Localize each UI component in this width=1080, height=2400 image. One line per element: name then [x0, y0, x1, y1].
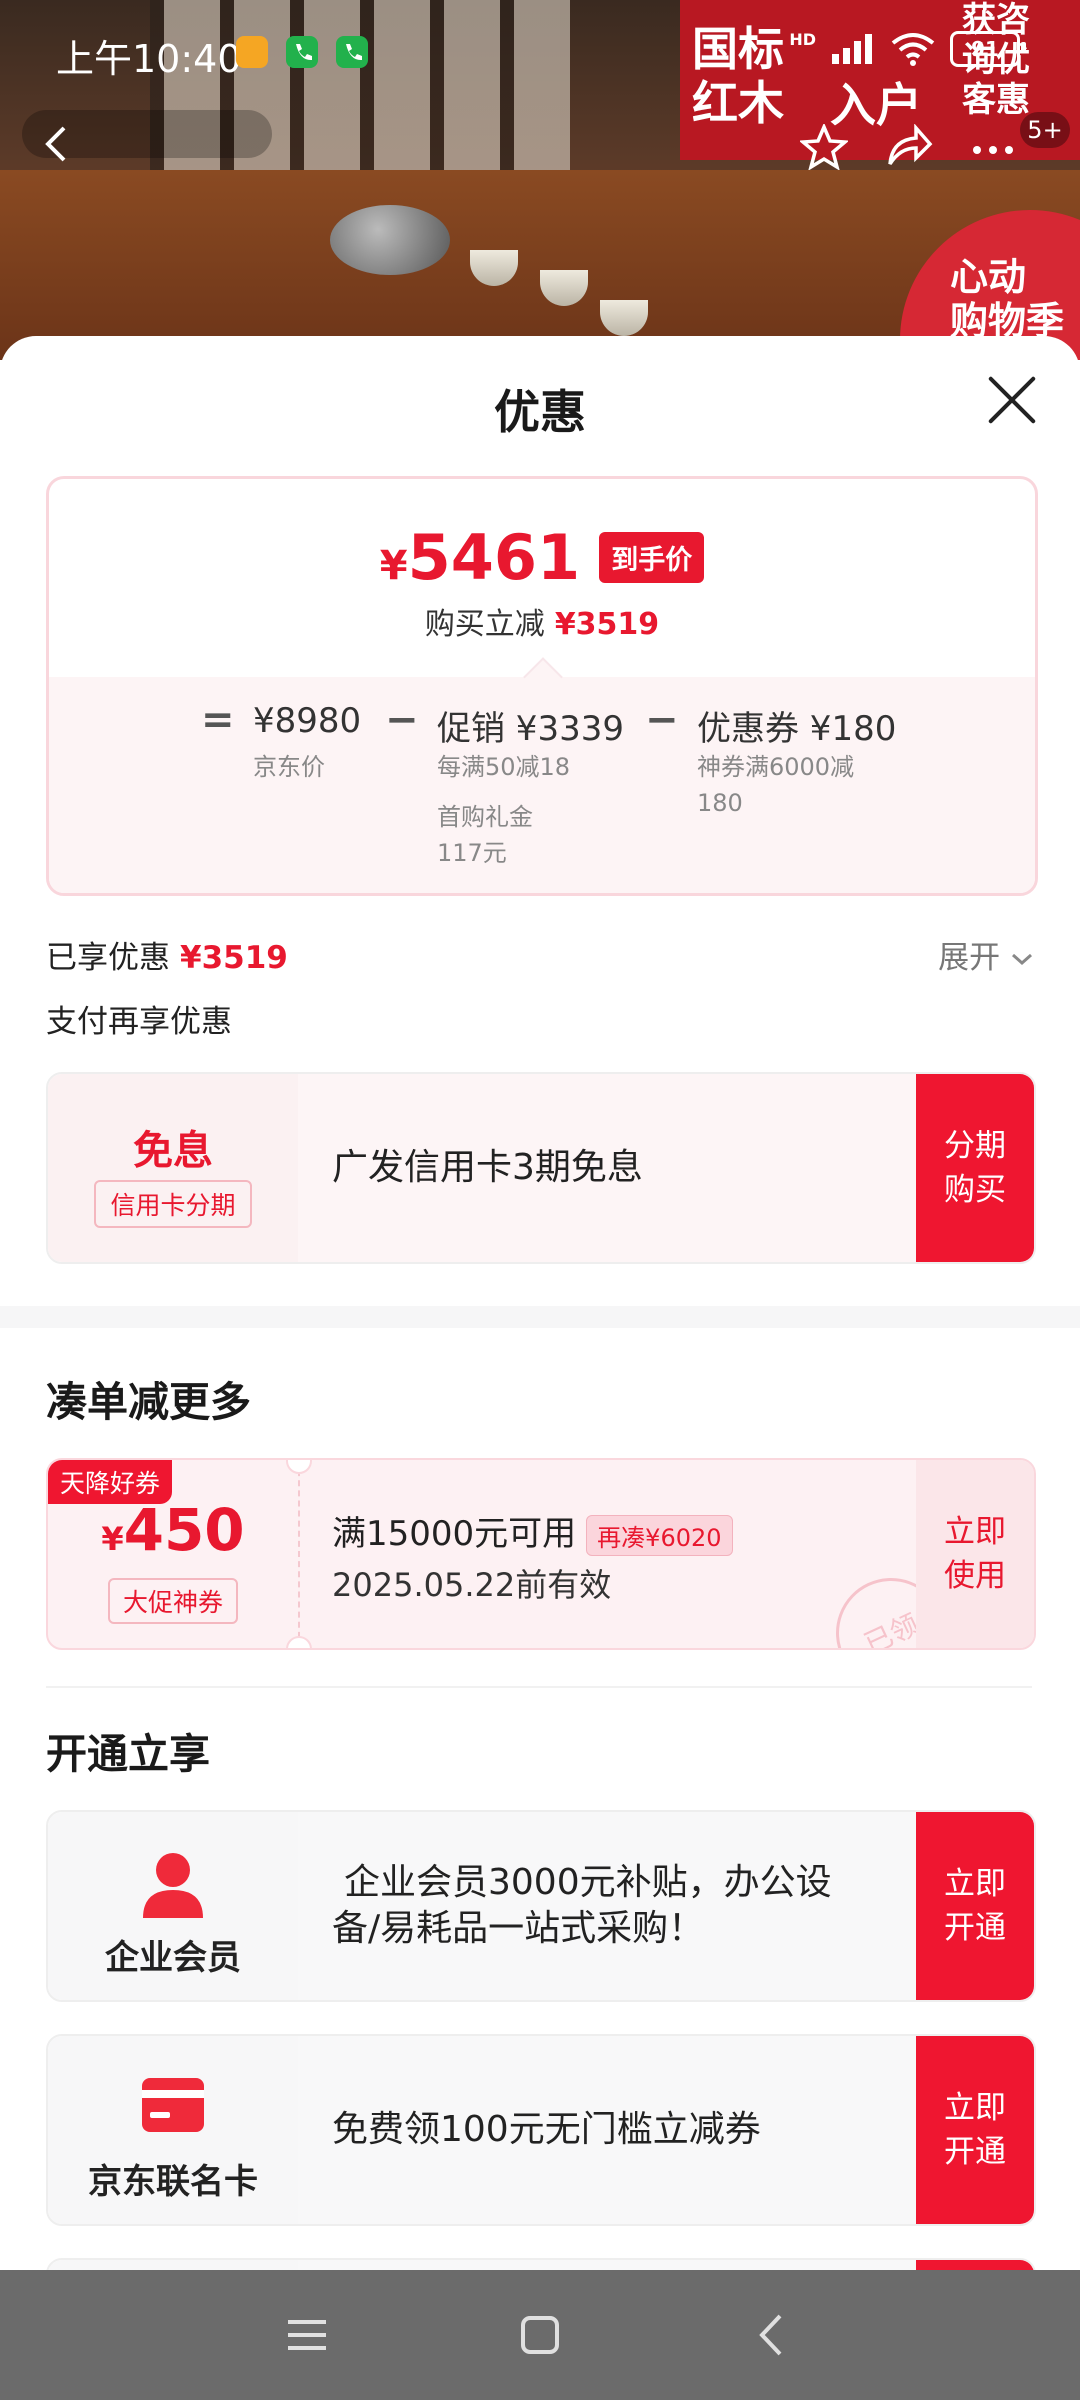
coupon-card: 天降好券 ¥450 大促神券 满15000元可用 再凑¥6020 2025.05.…: [46, 1458, 1036, 1650]
promo-amount: 促销 ¥3339: [437, 709, 624, 749]
more-badge: 5+: [1020, 112, 1070, 148]
coupon-type: 大促神券: [108, 1578, 238, 1624]
wifi-icon: [891, 32, 935, 66]
enjoyed-discount: 已享优惠 ¥3519: [46, 940, 288, 976]
notes-app-icon: [236, 36, 268, 68]
credit-card-icon: [142, 2078, 204, 2132]
close-button[interactable]: [984, 372, 1040, 428]
benefit-text: 企业会员3000元补贴，办公设: [344, 1862, 832, 1903]
installment-text: 广发信用卡3期免息: [332, 1147, 643, 1188]
promo-detail: 每满50减18: [437, 753, 571, 781]
sim-signal-icon: [832, 33, 872, 64]
final-price-tag: 到手价: [599, 532, 705, 583]
pay-more-title: 支付再享优惠: [46, 1004, 232, 1040]
star-icon[interactable]: [798, 122, 850, 177]
expand-toggle[interactable]: 展开: [938, 932, 1034, 977]
status-time: 上午10:40: [56, 37, 242, 81]
price-card: ¥5461 到手价 购买立减 ¥3519 = ¥8980 京东价 − 促销 ¥33…: [46, 476, 1038, 896]
coupon-detail: 180: [697, 789, 743, 817]
home-icon[interactable]: [515, 2310, 565, 2360]
back-icon[interactable]: [748, 2310, 798, 2360]
phone-app-icon: [336, 36, 368, 68]
teapot: [330, 205, 450, 275]
installment-card: 免息 信用卡分期 广发信用卡3期免息 分期 购买: [46, 1072, 1036, 1264]
system-navigation-bar: [0, 2270, 1080, 2400]
installment-buy-button[interactable]: 分期 购买: [916, 1074, 1034, 1262]
network-type-label: HD: [789, 30, 816, 49]
divider: [46, 1686, 1032, 1688]
minus-sign: −: [385, 697, 419, 743]
phone-app-icon: [286, 36, 318, 68]
coupon-extra-amount: 再凑¥6020: [586, 1515, 733, 1556]
coupon-condition: 满15000元可用 再凑¥6020: [332, 1506, 733, 1556]
final-price: ¥5461: [379, 521, 581, 594]
instant-saving: 购买立减 ¥3519: [424, 607, 660, 642]
battery-icon: 91: [950, 30, 1026, 67]
coupon-notch: [286, 1636, 312, 1648]
benefit-text: 免费领100元无门槛立减券: [332, 2109, 761, 2150]
coupon-amount: 优惠券 ¥180: [697, 709, 897, 749]
user-icon: [143, 1853, 203, 1918]
sheet-title: 优惠: [494, 385, 586, 439]
open-button-partial[interactable]: [916, 2260, 1034, 2270]
chevron-down-icon: [1012, 953, 1032, 966]
coupon-detail: 神券满6000减: [697, 753, 855, 781]
installment-subtitle: 信用卡分期: [94, 1180, 252, 1228]
coupon-value: ¥450: [101, 1496, 245, 1564]
battery-level: 91: [971, 36, 999, 61]
benefit-label: 企业会员: [105, 1938, 241, 1978]
circle-text: 心动: [950, 255, 1027, 299]
section-divider: [0, 1306, 1080, 1328]
open-cobrand-card-button[interactable]: 立即 开通: [916, 2036, 1034, 2224]
promo-detail: 首购礼金: [437, 803, 533, 831]
back-icon[interactable]: [40, 124, 70, 171]
benefit-card-cobrand: 京东联名卡 免费领100元无门槛立减券 立即 开通: [46, 2034, 1036, 2226]
minus-sign: −: [645, 697, 679, 743]
price-breakdown: = ¥8980 京东价 − 促销 ¥3339 每满50减18 首购礼金 117元…: [49, 677, 1035, 893]
jd-price: ¥8980: [253, 701, 362, 741]
promo-detail: 117元: [437, 839, 507, 867]
discount-sheet: 优惠 ¥5461 到手价 购买立减 ¥3519 = ¥8980 京东价 − 促销 …: [0, 336, 1080, 2270]
benefit-card-enterprise: 企业会员 企业会员3000元补贴，办公设 备/易耗品一站式采购！ 立即 开通: [46, 1810, 1036, 2002]
section-title-more-deals: 凑单减更多: [46, 1378, 251, 1426]
jd-price-label: 京东价: [253, 753, 325, 781]
more-icon[interactable]: [970, 120, 1016, 170]
benefit-label: 京东联名卡: [88, 2162, 258, 2202]
share-icon[interactable]: [884, 123, 934, 175]
section-title-open-benefits: 开通立享: [46, 1730, 210, 1778]
benefit-text: 备/易耗品一站式采购！: [332, 1908, 705, 1949]
status-bar: 上午10:40 HD 91: [0, 0, 1080, 100]
installment-title: 免息: [133, 1128, 213, 1174]
equals-sign: =: [201, 697, 235, 743]
use-coupon-button[interactable]: 立即 使用: [916, 1460, 1034, 1648]
coupon-validity: 2025.05.22前有效: [332, 1566, 612, 1604]
benefit-card-partial: [46, 2258, 1036, 2270]
open-enterprise-button[interactable]: 立即 开通: [916, 1812, 1034, 2000]
menu-icon[interactable]: [282, 2310, 332, 2360]
